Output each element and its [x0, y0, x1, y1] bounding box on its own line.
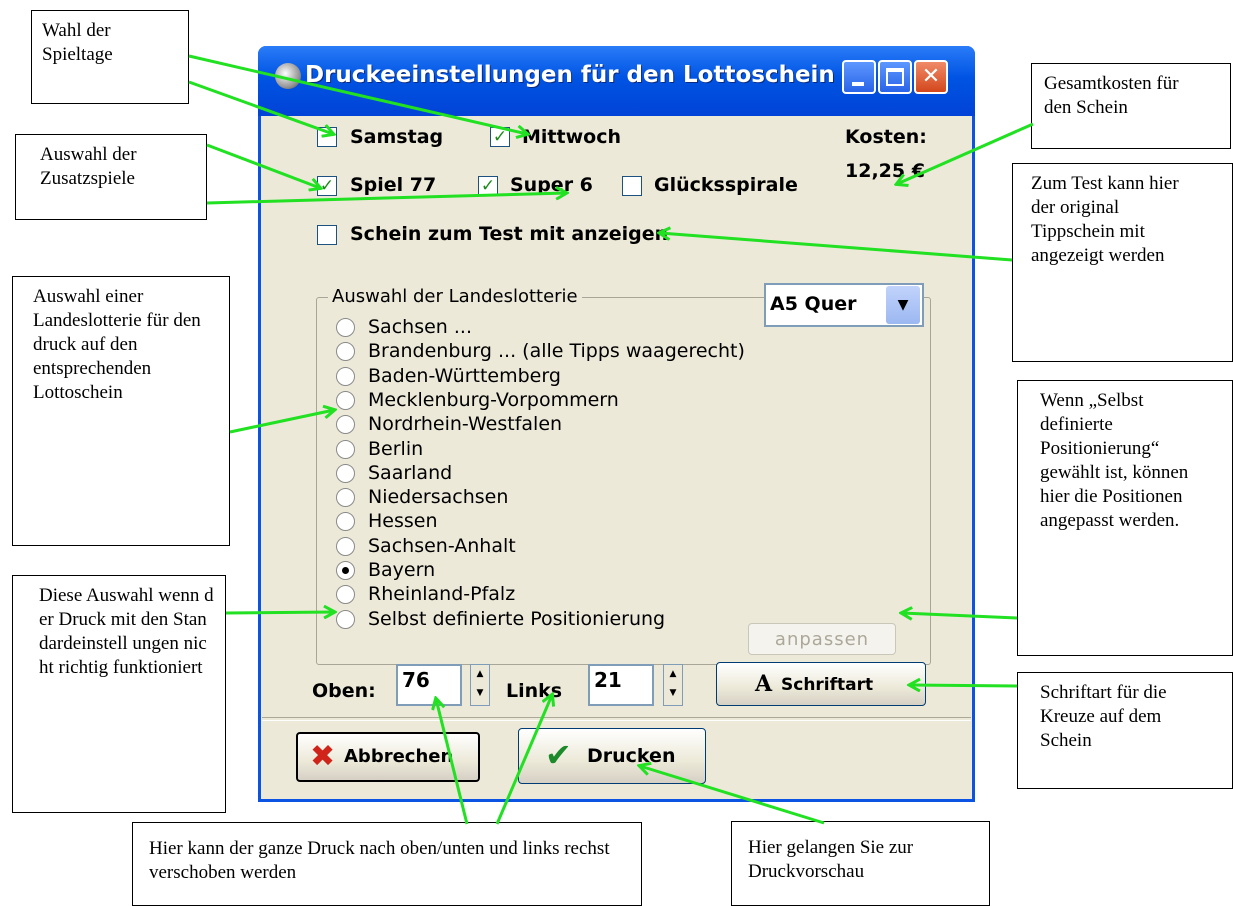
arrow-test	[660, 233, 1013, 262]
arrow-kosten	[897, 122, 1034, 184]
arrow-drucken	[640, 766, 825, 825]
arrow-diese-auswahl	[225, 612, 334, 613]
arrow-schriftart	[910, 685, 1018, 686]
arrow-zusatz-super6	[206, 193, 566, 205]
arrow-landeslotterie	[229, 410, 334, 434]
arrow-spieltage-mittwoch	[188, 54, 527, 134]
annotation-arrows	[188, 54, 1034, 825]
arrow-oben	[436, 699, 469, 825]
arrow-spieltage-samstag	[188, 80, 333, 134]
arrow-zusatz-spiel77	[206, 143, 320, 188]
arrow-anpassen	[902, 613, 1018, 618]
arrow-links	[495, 695, 552, 825]
